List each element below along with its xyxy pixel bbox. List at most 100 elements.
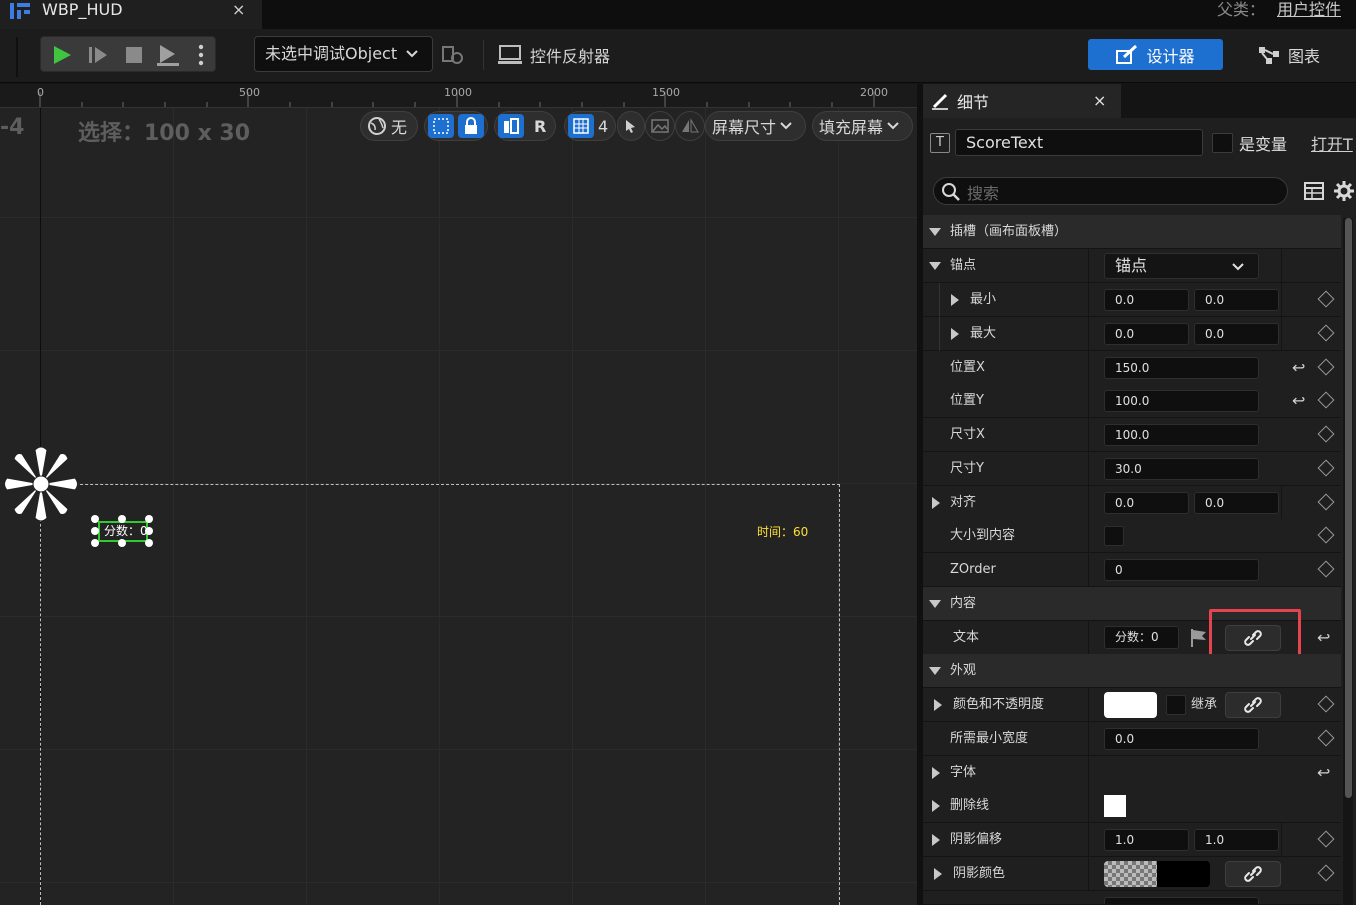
resize-handle[interactable]: [91, 527, 99, 535]
debug-filter-icon[interactable]: [442, 45, 464, 65]
inherit-checkbox[interactable]: [1166, 695, 1186, 715]
world-space-toggle[interactable]: 无: [360, 111, 418, 141]
keyframe-diamond-icon[interactable]: [1317, 290, 1335, 308]
keyframe-diamond-icon[interactable]: [1317, 830, 1335, 848]
keyframe-diamond-icon[interactable]: [1317, 425, 1335, 443]
keyframe-diamond-icon[interactable]: [1317, 560, 1335, 578]
keyframe-diamond-icon[interactable]: [1317, 729, 1335, 747]
reset-arrow-icon[interactable]: ↩: [1292, 358, 1305, 377]
close-tab-icon[interactable]: ×: [232, 0, 245, 20]
background-image-button[interactable]: [645, 111, 675, 141]
reset-arrow-icon[interactable]: ↩: [1317, 628, 1330, 647]
shadow-color-binding-button[interactable]: [1225, 861, 1281, 887]
parent-class-link[interactable]: 用户控件: [1277, 0, 1341, 20]
strikethrough-swatch[interactable]: [1104, 795, 1126, 817]
size-y-input[interactable]: 30.0: [1104, 458, 1259, 480]
expand-arrow-icon[interactable]: [932, 767, 940, 779]
min-x-input[interactable]: 0.0: [1104, 289, 1189, 311]
resize-handle[interactable]: [145, 527, 153, 535]
expand-arrow-icon[interactable]: [951, 294, 959, 306]
zorder-input[interactable]: 0: [1104, 559, 1259, 581]
cursor-mode-button[interactable]: [617, 111, 645, 141]
expand-arrow-icon[interactable]: [934, 868, 942, 880]
reset-arrow-icon[interactable]: ↩: [1292, 391, 1305, 410]
eject-button[interactable]: [151, 37, 185, 73]
time-text-widget[interactable]: 时间：60: [757, 523, 808, 540]
layout-button[interactable]: [498, 114, 524, 138]
keyframe-diamond-icon[interactable]: [1317, 324, 1335, 342]
expand-arrow-icon[interactable]: [934, 699, 942, 711]
close-details-icon[interactable]: ×: [1093, 84, 1106, 118]
keyframe-diamond-icon[interactable]: [1317, 459, 1335, 477]
document-tab[interactable]: WBP_HUD ×: [0, 0, 262, 29]
resize-handle[interactable]: [145, 515, 153, 523]
keyframe-diamond-icon[interactable]: [1317, 864, 1335, 882]
keyframe-diamond-icon[interactable]: [1317, 493, 1335, 511]
grid-snap-value[interactable]: 4: [598, 117, 608, 136]
resize-handle[interactable]: [118, 515, 126, 523]
flip-button[interactable]: [675, 111, 705, 141]
expand-arrow-icon[interactable]: [932, 497, 940, 509]
position-x-input[interactable]: 150.0: [1104, 357, 1259, 379]
color-binding-button[interactable]: [1225, 692, 1281, 718]
alignment-y-input[interactable]: 0.0: [1194, 492, 1279, 514]
anchors-select[interactable]: 锚点: [1104, 253, 1259, 279]
table-view-icon[interactable]: [1304, 182, 1324, 200]
gear-icon[interactable]: [1334, 181, 1354, 201]
details-tab[interactable]: 细节: [923, 84, 1121, 118]
appearance-category-label: 外观: [950, 663, 977, 678]
widget-reflector-button[interactable]: 控件反射器: [498, 38, 610, 72]
clipped-select[interactable]: [1104, 897, 1259, 904]
max-y-input[interactable]: 0.0: [1194, 323, 1279, 345]
expand-arrow-icon[interactable]: [932, 800, 940, 812]
shadow-color-swatch[interactable]: [1104, 861, 1210, 887]
fill-screen-select[interactable]: 填充屏幕: [812, 111, 913, 141]
text-value-input[interactable]: 分数：0: [1104, 626, 1179, 649]
position-y-input[interactable]: 100.0: [1104, 390, 1259, 412]
resize-handle[interactable]: [145, 539, 153, 547]
resize-handle[interactable]: [91, 515, 99, 523]
screen-size-select[interactable]: 屏幕尺寸: [705, 111, 806, 141]
respect-locks-label[interactable]: R: [534, 117, 546, 136]
resize-handle[interactable]: [118, 539, 126, 547]
advance-frame-button[interactable]: [81, 37, 115, 73]
designer-mode-button[interactable]: 设计器: [1088, 39, 1223, 70]
keyframe-diamond-icon[interactable]: [1317, 695, 1335, 713]
details-scroll-thumb[interactable]: [1345, 218, 1352, 798]
graph-mode-button[interactable]: 图表: [1258, 39, 1338, 70]
grid-snap-button[interactable]: [568, 114, 594, 138]
expand-arrow-icon[interactable]: [932, 834, 940, 846]
stop-button[interactable]: [117, 37, 151, 73]
open-class-link[interactable]: 打开T: [1311, 131, 1353, 155]
is-variable-checkbox[interactable]: [1212, 133, 1233, 153]
appearance-category[interactable]: 外观: [923, 654, 1341, 688]
keyframe-diamond-icon[interactable]: [1317, 358, 1335, 376]
shadow-offset-y-input[interactable]: 1.0: [1194, 829, 1279, 851]
size-to-content-checkbox[interactable]: [1104, 526, 1124, 546]
min-desired-width-input[interactable]: 0.0: [1104, 728, 1259, 750]
graph-mode-label: 图表: [1288, 46, 1321, 66]
play-options-button[interactable]: [187, 37, 215, 73]
marquee-select-button[interactable]: [428, 114, 454, 138]
localization-flag-icon[interactable]: [1189, 628, 1207, 648]
keyframe-diamond-icon[interactable]: [1317, 526, 1335, 544]
max-x-input[interactable]: 0.0: [1104, 323, 1189, 345]
expand-arrow-icon[interactable]: [951, 328, 959, 340]
alignment-x-input[interactable]: 0.0: [1104, 492, 1189, 514]
reset-arrow-icon[interactable]: ↩: [1317, 763, 1330, 782]
keyframe-diamond-icon[interactable]: [1317, 391, 1335, 409]
widget-name-input[interactable]: ScoreText: [955, 129, 1203, 156]
lock-button[interactable]: [458, 114, 484, 138]
min-y-input[interactable]: 0.0: [1194, 289, 1279, 311]
slot-category[interactable]: 插槽（画布面板槽）: [923, 215, 1341, 249]
shadow-offset-x-input[interactable]: 1.0: [1104, 829, 1189, 851]
image-icon: [651, 119, 669, 133]
anchor-flower-icon[interactable]: [2, 444, 80, 524]
debug-object-select[interactable]: 未选中调试Object: [254, 36, 433, 72]
resize-handle[interactable]: [91, 539, 99, 547]
stop-icon: [126, 47, 142, 63]
play-button[interactable]: [45, 37, 79, 73]
size-x-input[interactable]: 100.0: [1104, 424, 1259, 446]
color-swatch[interactable]: [1104, 692, 1157, 718]
expand-arrow-icon[interactable]: [929, 262, 941, 270]
